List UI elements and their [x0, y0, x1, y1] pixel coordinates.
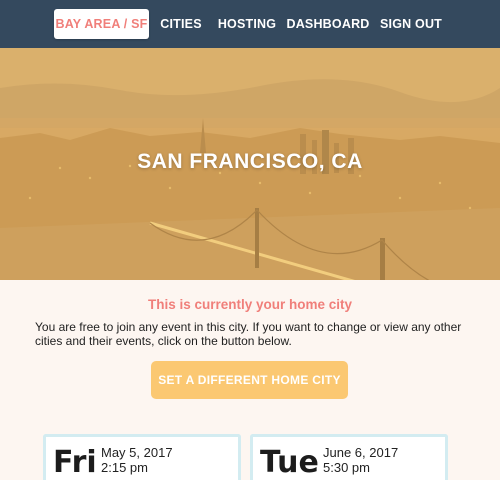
nav-item-cities[interactable]: CITIES — [160, 9, 201, 39]
nav-item-sign-out[interactable]: SIGN OUT — [380, 9, 442, 39]
event-date: May 5, 2017 — [101, 445, 173, 460]
nav-item-dashboard[interactable]: DASHBOARD — [286, 9, 369, 39]
event-date: June 6, 2017 — [323, 445, 399, 460]
nav-item-hosting[interactable]: HOSTING — [218, 9, 276, 39]
event-time: 5:30 pm — [323, 460, 370, 475]
home-city-description: You are free to join any event in this c… — [35, 320, 462, 348]
event-day: Fri — [53, 445, 97, 480]
event-time: 2:15 pm — [101, 460, 148, 475]
nav-item-bay-area-sf[interactable]: BAY AREA / SF — [54, 9, 149, 39]
home-city-heading: This is currently your home city — [147, 297, 353, 312]
event-day: Tue — [260, 445, 319, 480]
event-card[interactable]: Fri May 5, 2017 2:15 pm — [43, 434, 241, 480]
set-home-city-button[interactable]: SET A DIFFERENT HOME CITY — [151, 361, 348, 399]
top-navbar: BAY AREA / SF CITIES HOSTING DASHBOARD S… — [0, 0, 500, 48]
city-title: SAN FRANCISCO, CA — [137, 150, 363, 173]
event-card[interactable]: Tue June 6, 2017 5:30 pm — [250, 434, 448, 480]
city-hero-banner: SAN FRANCISCO, CA — [0, 48, 500, 280]
